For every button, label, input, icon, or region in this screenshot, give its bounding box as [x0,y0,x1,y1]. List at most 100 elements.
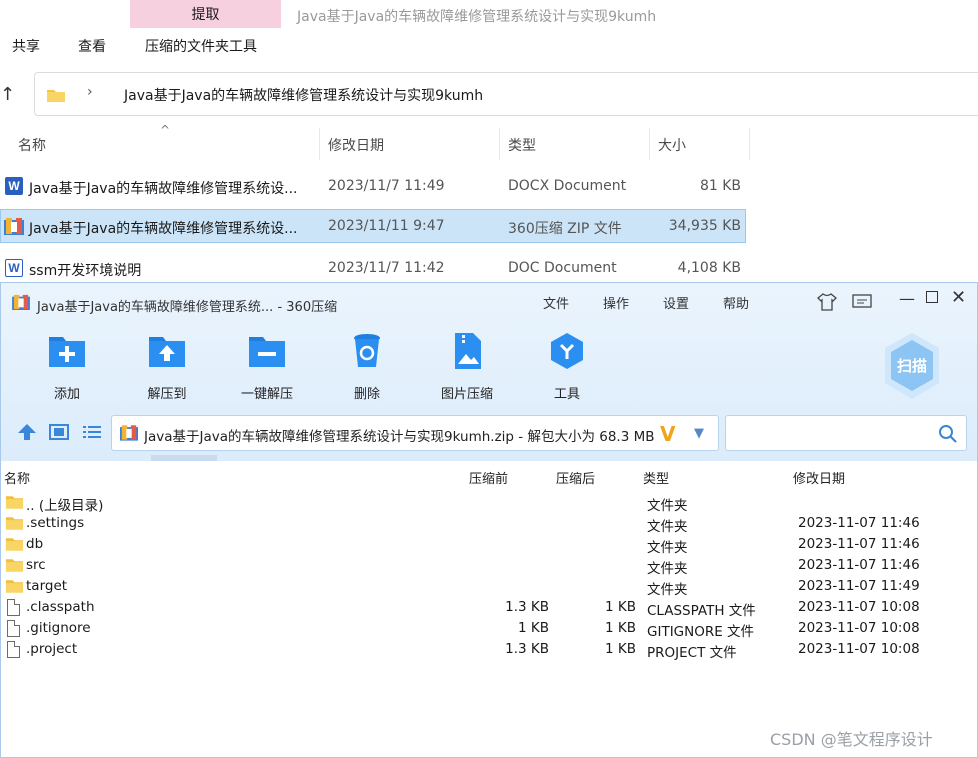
one-click-extract-button[interactable]: 一键解压 [227,331,307,402]
extract-tab[interactable]: 提取 [130,0,281,28]
extract-to-label: 解压到 [147,387,187,402]
menu-compressed-folder-tools[interactable]: 压缩的文件夹工具 [145,36,257,56]
minimize-icon[interactable]: — [899,289,915,308]
zip-row-before: 1.3 KB [505,641,549,657]
zip-row[interactable]: target 文件夹 2023-11-07 11:49 [1,576,977,598]
zip-col-date[interactable]: 修改日期 [793,468,845,487]
zip-row-before: 1 KB [518,620,549,636]
folder-icon [47,90,65,102]
explorer-ribbon-tabs: 提取 Java基于Java的车辆故障维修管理系统设计与实现9kumh [0,0,978,30]
zip-col-name[interactable]: 名称 [4,468,30,487]
zip-row-name: .gitignore [26,620,91,636]
v-logo-icon: V [660,422,676,446]
menu-share[interactable]: 共享 [12,36,40,56]
zip-row-date: 2023-11-07 11:46 [798,557,920,573]
zip-row-name: target [26,578,68,594]
zip-icon [4,218,24,235]
file-row[interactable]: W Java基于Java的车辆故障维修管理系统设... 2023/11/7 11… [0,169,746,203]
zip-path-text: Java基于Java的车辆故障维修管理系统设计与实现9kumh.zip - 解包… [144,429,655,445]
address-bar[interactable]: › Java基于Java的车辆故障维修管理系统设计与实现9kumh [34,72,978,116]
column-date[interactable]: 修改日期 [320,128,500,160]
zip-window-title: Java基于Java的车辆故障维修管理系统... - 360压缩 [37,300,338,315]
zip-toolbar-area: Java基于Java的车辆故障维修管理系统... - 360压缩 文件 操作 设… [1,283,977,461]
zip-row-type: 文件夹 [647,498,688,514]
zip-window: Java基于Java的车辆故障维修管理系统... - 360压缩 文件 操作 设… [0,282,978,758]
file-icon [7,641,20,658]
zip-row-type: CLASSPATH 文件 [647,603,756,619]
zip-menu-operate[interactable]: 操作 [603,293,629,312]
zip-row-name: .. (上级目录) [26,498,104,514]
zip-row-name: src [26,557,46,573]
up-level-icon[interactable] [17,423,37,441]
file-name: ssm开发环境说明 [29,263,142,279]
file-size: 34,935 KB [668,218,741,234]
tools-icon [551,333,583,369]
zip-row-date: 2023-11-07 11:46 [798,536,920,552]
zip-row-name: .classpath [26,599,95,615]
column-name-label: 名称 [18,138,46,154]
maximize-icon[interactable] [926,291,938,303]
add-button[interactable]: 添加 [27,331,107,402]
close-icon[interactable]: ✕ [951,287,966,308]
splitter-tab[interactable] [151,455,217,461]
zip-row-type: 文件夹 [647,582,688,598]
zip-menu-settings[interactable]: 设置 [663,293,689,312]
up-arrow-icon[interactable]: ↑ [0,84,15,105]
extract-folder-icon [149,337,185,367]
column-name[interactable]: 名称 [10,128,320,160]
zip-path-bar[interactable]: Java基于Java的车辆故障维修管理系统设计与实现9kumh.zip - 解包… [111,415,719,451]
thumbnail-view-icon[interactable] [49,424,69,440]
file-size: 4,108 KB [677,260,741,276]
scan-button[interactable]: 扫描 [881,331,943,401]
address-row: ↑ › Java基于Java的车辆故障维修管理系统设计与实现9kumh [0,72,978,118]
zip-row-type: PROJECT 文件 [647,645,737,661]
zip-row-type: 文件夹 [647,540,688,556]
scan-label: 扫描 [896,357,927,375]
delete-button[interactable]: 删除 [327,331,407,402]
column-size[interactable]: 大小 [650,128,750,160]
zip-row-name: .project [26,641,78,657]
image-compress-button[interactable]: 图片压缩 [427,331,507,402]
list-view-icon[interactable] [82,424,102,440]
column-type[interactable]: 类型 [500,128,650,160]
file-row-selected[interactable]: Java基于Java的车辆故障维修管理系统设... 2023/11/11 9:4… [0,209,746,243]
tools-button[interactable]: 工具 [527,331,607,402]
feedback-icon[interactable] [852,294,872,310]
zip-row-type: 文件夹 [647,561,688,577]
zip-col-type[interactable]: 类型 [643,468,669,487]
file-icon [7,599,20,616]
zip-row-name: .settings [26,515,85,531]
file-name: Java基于Java的车辆故障维修管理系统设... [29,181,298,197]
zip-col-before[interactable]: 压缩前 [469,468,508,487]
zip-row[interactable]: .project 1.3 KB 1 KB PROJECT 文件 2023-11-… [1,639,977,661]
file-row[interactable]: W ssm开发环境说明 2023/11/7 11:42 DOC Document… [0,251,746,285]
file-date: 2023/11/7 11:49 [328,178,445,194]
zip-row[interactable]: .gitignore 1 KB 1 KB GITIGNORE 文件 2023-1… [1,618,977,640]
search-icon[interactable] [938,424,958,444]
file-type: DOCX Document [508,178,627,194]
zip-row-type: 文件夹 [647,519,688,535]
zip-row[interactable]: .. (上级目录) 文件夹 [1,492,977,514]
zip-row[interactable]: src 文件夹 2023-11-07 11:46 [1,555,977,577]
zip-col-after[interactable]: 压缩后 [556,468,595,487]
doc-icon: W [5,259,23,277]
zip-row-after: 1 KB [605,641,636,657]
skin-icon[interactable] [817,293,837,311]
zip-menu-file[interactable]: 文件 [543,293,569,312]
extract-to-button[interactable]: 解压到 [127,331,207,402]
search-input[interactable] [725,415,967,451]
menu-view[interactable]: 查看 [78,36,106,56]
zip-icon [120,425,138,441]
watermark: CSDN @笔文程序设计 [770,730,933,749]
zip-row-name: db [26,536,44,552]
zip-row[interactable]: db 文件夹 2023-11-07 11:46 [1,534,977,556]
folder-icon [5,496,24,509]
image-compress-label: 图片压缩 [440,387,493,402]
recycle-bin-icon [354,334,380,367]
image-compress-icon [455,333,481,369]
zip-row[interactable]: .settings 文件夹 2023-11-07 11:46 [1,513,977,535]
chevron-down-icon[interactable]: ▼ [694,426,704,441]
zip-menu-help[interactable]: 帮助 [723,293,749,312]
zip-row[interactable]: .classpath 1.3 KB 1 KB CLASSPATH 文件 2023… [1,597,977,619]
zip-row-after: 1 KB [605,599,636,615]
